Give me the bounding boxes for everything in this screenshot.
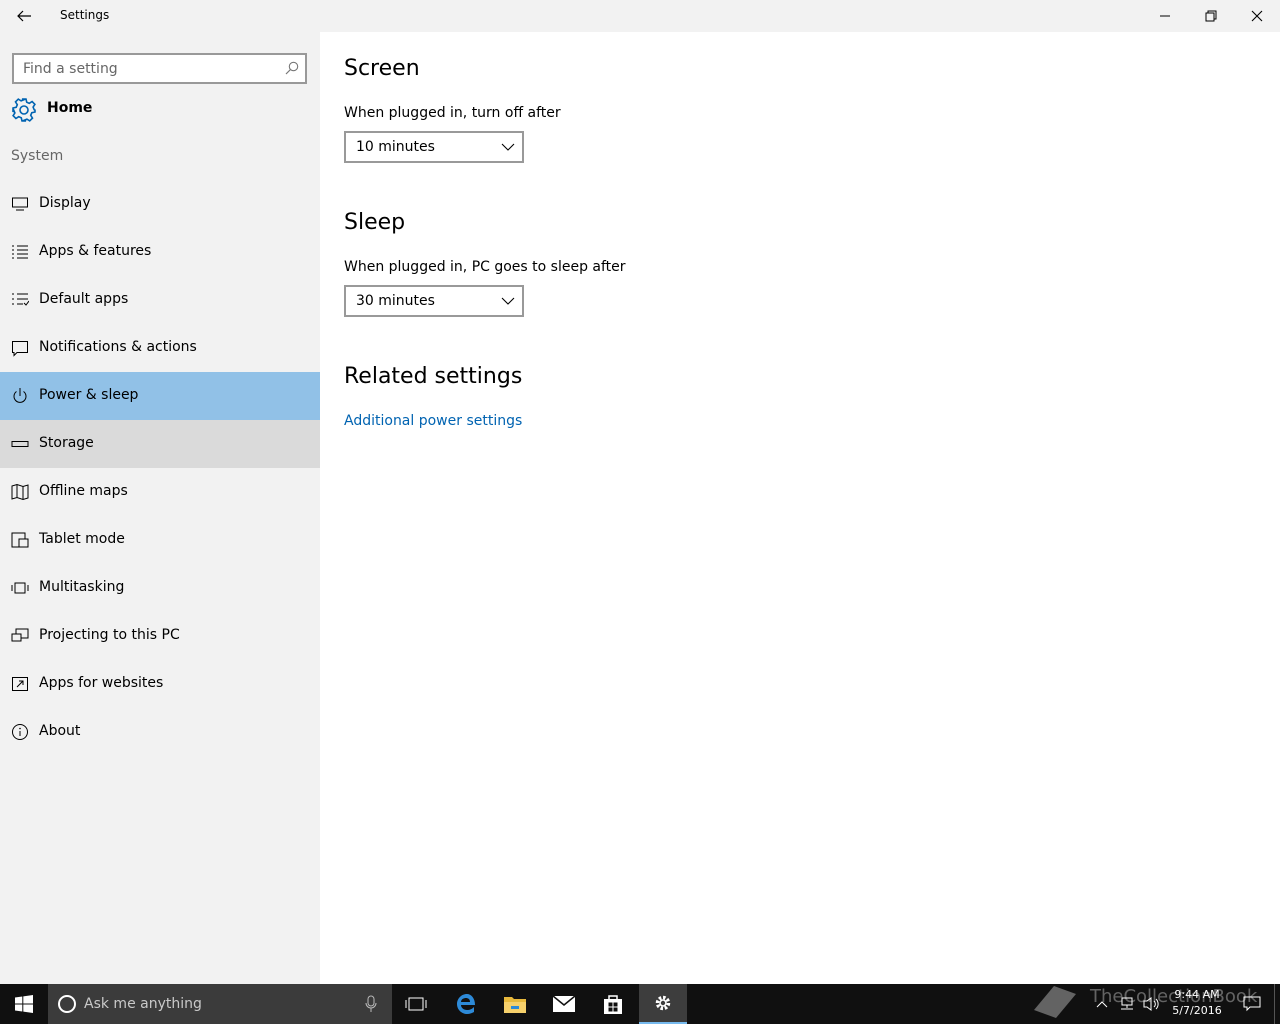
additional-power-settings-link[interactable]: Additional power settings (344, 413, 522, 429)
sidebar: Home System Display Apps & features Defa… (0, 32, 320, 984)
sidebar-item-label: Apps & features (39, 243, 152, 259)
store-taskbar-button[interactable] (589, 984, 637, 1024)
book-watermark-icon (1034, 986, 1076, 1018)
cortana-search-input[interactable] (84, 994, 344, 1014)
home-link[interactable]: Home (0, 92, 320, 126)
default-apps-icon (12, 293, 29, 306)
title-bar: Settings (0, 0, 1280, 32)
sidebar-item-label: Apps for websites (39, 675, 164, 691)
mail-icon (552, 995, 576, 1012)
show-desktop-button[interactable] (1274, 984, 1280, 1024)
sidebar-item-projecting[interactable]: Projecting to this PC (0, 612, 320, 660)
restore-button[interactable] (1188, 0, 1234, 32)
sidebar-item-label: Power & sleep (39, 387, 139, 403)
sidebar-item-label: Multitasking (39, 579, 125, 595)
microphone-icon[interactable] (364, 995, 378, 1013)
related-settings-heading: Related settings (344, 364, 523, 389)
map-icon (11, 483, 29, 501)
section-header-system: System (11, 148, 64, 164)
sidebar-item-tablet-mode[interactable]: Tablet mode (0, 516, 320, 564)
message-icon (12, 341, 28, 357)
sidebar-item-label: Notifications & actions (39, 339, 197, 355)
folder-icon (504, 997, 526, 1013)
sidebar-item-offline-maps[interactable]: Offline maps (0, 468, 320, 516)
sidebar-item-power-sleep[interactable]: Power & sleep (0, 372, 320, 420)
info-icon (12, 724, 28, 740)
sidebar-item-label: Projecting to this PC (39, 627, 180, 643)
sidebar-item-label: Offline maps (39, 483, 128, 499)
clock-date: 5/7/2016 (1172, 1004, 1222, 1017)
sidebar-item-label: About (39, 723, 81, 739)
drive-icon (11, 441, 29, 447)
dropdown-value: 10 minutes (356, 139, 435, 155)
sidebar-item-storage[interactable]: Storage (0, 420, 320, 468)
dropdown-value: 30 minutes (356, 293, 435, 309)
volume-icon (1143, 997, 1159, 1011)
chevron-up-icon (1096, 1001, 1108, 1008)
chevron-down-icon (501, 143, 515, 151)
edge-icon (457, 994, 475, 1014)
network-tray-button[interactable] (1115, 984, 1139, 1024)
cortana-search-box[interactable] (48, 984, 392, 1024)
show-hidden-icons-button[interactable] (1092, 984, 1112, 1024)
screen-timeout-dropdown[interactable]: 10 minutes (344, 131, 524, 163)
edge-taskbar-button[interactable] (443, 984, 491, 1024)
sidebar-item-about[interactable]: About (0, 708, 320, 756)
store-icon (604, 995, 622, 1014)
settings-taskbar-button[interactable] (639, 984, 687, 1024)
volume-tray-button[interactable] (1140, 984, 1164, 1024)
home-label: Home (47, 100, 93, 116)
web-apps-icon (12, 677, 28, 691)
tablet-icon (11, 532, 29, 548)
multitask-icon (11, 582, 29, 594)
task-view-button[interactable] (392, 984, 440, 1024)
sidebar-item-notifications[interactable]: Notifications & actions (0, 324, 320, 372)
close-icon (1251, 10, 1263, 22)
search-icon[interactable] (284, 60, 300, 76)
sleep-timeout-label: When plugged in, PC goes to sleep after (344, 259, 626, 275)
taskbar: TheCollectionBook 9:44 AM 5/7/2016 (0, 984, 1280, 1024)
sleep-heading: Sleep (344, 210, 406, 235)
task-view-icon (405, 997, 427, 1011)
cortana-icon (58, 995, 76, 1013)
file-explorer-taskbar-button[interactable] (491, 984, 539, 1024)
gear-icon (12, 98, 36, 122)
monitor-icon (12, 197, 28, 211)
search-box[interactable] (12, 53, 307, 84)
sidebar-item-apps-features[interactable]: Apps & features (0, 228, 320, 276)
search-input[interactable] (23, 59, 273, 79)
start-button[interactable] (0, 984, 48, 1024)
sidebar-item-default-apps[interactable]: Default apps (0, 276, 320, 324)
sidebar-item-multitasking[interactable]: Multitasking (0, 564, 320, 612)
sidebar-item-label: Storage (39, 435, 94, 451)
network-icon (1121, 997, 1133, 1010)
project-icon (11, 628, 29, 642)
taskbar-clock[interactable]: 9:44 AM 5/7/2016 (1168, 987, 1226, 1019)
sidebar-item-label: Default apps (39, 291, 129, 307)
windows-logo-icon (15, 995, 33, 1013)
sidebar-item-apps-websites[interactable]: Apps for websites (0, 660, 320, 708)
restore-icon (1205, 10, 1217, 22)
sidebar-item-label: Tablet mode (39, 531, 125, 547)
screen-heading: Screen (344, 56, 420, 81)
close-button[interactable] (1234, 0, 1280, 32)
minimize-icon (1160, 15, 1170, 17)
mail-taskbar-button[interactable] (540, 984, 588, 1024)
list-icon (12, 245, 28, 259)
action-center-button[interactable] (1236, 984, 1268, 1024)
content-pane: Screen When plugged in, turn off after 1… (320, 32, 1280, 984)
sidebar-item-label: Display (39, 195, 91, 211)
minimize-button[interactable] (1142, 0, 1188, 32)
back-button[interactable] (8, 0, 40, 32)
power-icon (13, 388, 27, 403)
screen-timeout-label: When plugged in, turn off after (344, 105, 561, 121)
notification-icon (1243, 996, 1261, 1012)
back-arrow-icon (17, 10, 31, 22)
chevron-down-icon (501, 297, 515, 305)
sidebar-item-display[interactable]: Display (0, 180, 320, 228)
window-title: Settings (60, 8, 110, 22)
gear-icon (655, 995, 671, 1011)
clock-time: 9:44 AM (1174, 988, 1220, 1001)
sleep-timeout-dropdown[interactable]: 30 minutes (344, 285, 524, 317)
